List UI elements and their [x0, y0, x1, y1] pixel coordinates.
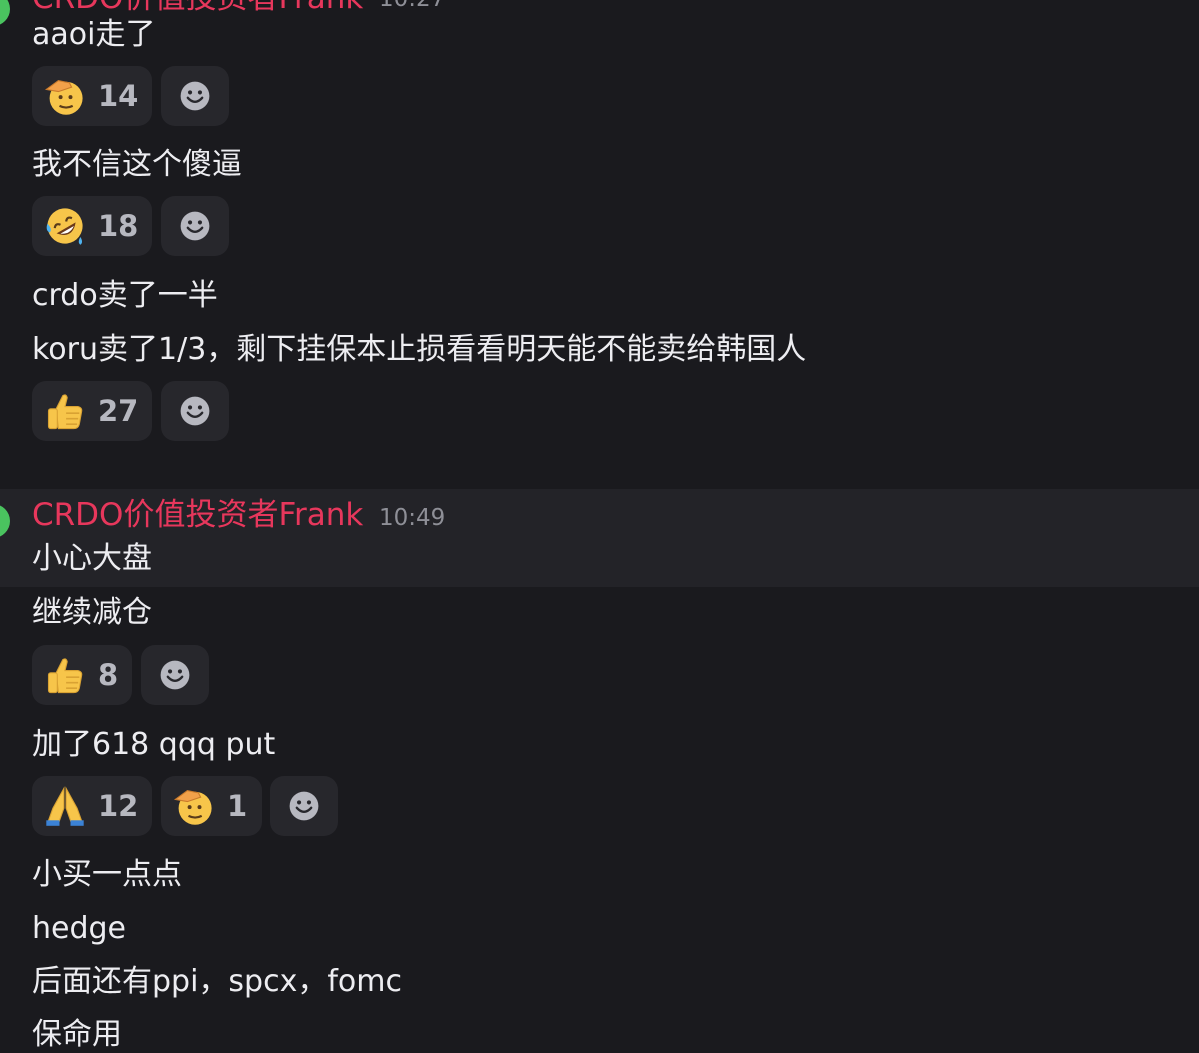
message-text: crdo卖了一半 [32, 278, 218, 313]
reaction-count: 14 [98, 79, 139, 113]
reaction-count: 1 [227, 789, 248, 823]
reaction-button[interactable]: 8 [32, 645, 132, 705]
message-text: 继续减仓 [32, 595, 152, 630]
reaction-button[interactable]: 12 [32, 776, 152, 836]
avatar[interactable] [0, 0, 10, 26]
message-text: 小心大盘 [32, 541, 152, 576]
message-text: aaoi走了 [32, 17, 156, 52]
reaction-button[interactable]: 1 [161, 776, 262, 836]
author-name[interactable]: CRDO价值投资者Frank [32, 495, 363, 535]
thumbs-up-icon [42, 652, 88, 698]
author-name[interactable]: CRDO价值投资者Frank [32, 0, 363, 18]
reaction-button[interactable]: 18 [32, 196, 152, 256]
timestamp: 10:27 [379, 0, 445, 14]
message-text: 保命用 [32, 1017, 122, 1052]
rofl-face-icon [42, 203, 88, 249]
add-reaction-button[interactable] [270, 776, 338, 836]
smiley-add-reaction-icon [286, 788, 322, 824]
thumbs-up-icon [42, 388, 88, 434]
reaction-count: 8 [98, 658, 119, 692]
saluting-face-icon [42, 73, 88, 119]
smiley-add-reaction-icon [177, 78, 213, 114]
add-reaction-button[interactable] [161, 381, 229, 441]
smiley-add-reaction-icon [157, 657, 193, 693]
folded-hands-icon [42, 783, 88, 829]
reaction-count: 12 [98, 789, 139, 823]
reaction-button[interactable]: 27 [32, 381, 152, 441]
reaction-count: 27 [98, 394, 139, 428]
message-text: 后面还有ppi，spcx，fomc [32, 964, 402, 999]
saluting-face-icon [171, 783, 217, 829]
message-text: 我不信这个傻逼 [32, 147, 242, 182]
add-reaction-button[interactable] [161, 66, 229, 126]
message-text: koru卖了1/3，剩下挂保本止损看看明天能不能卖给韩国人 [32, 332, 807, 367]
smiley-add-reaction-icon [177, 208, 213, 244]
message-text: hedge [32, 911, 127, 946]
timestamp: 10:49 [379, 505, 446, 531]
add-reaction-button[interactable] [141, 645, 209, 705]
smiley-add-reaction-icon [177, 393, 213, 429]
message-text: 加了618 qqq put [32, 727, 276, 762]
reaction-count: 18 [98, 209, 139, 243]
add-reaction-button[interactable] [161, 196, 229, 256]
reaction-button[interactable]: 14 [32, 66, 152, 126]
message-text: 小买一点点 [32, 857, 182, 892]
